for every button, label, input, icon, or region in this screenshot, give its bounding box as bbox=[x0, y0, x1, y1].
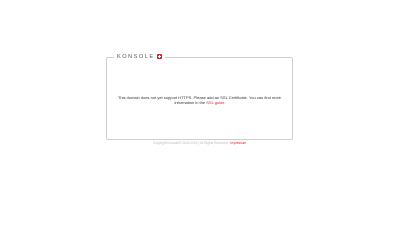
https-notice-message: This domain does not yet support HTTPS. … bbox=[117, 95, 282, 105]
swiss-cross-icon bbox=[156, 53, 162, 59]
notice-text: This domain does not yet support HTTPS. … bbox=[117, 95, 282, 105]
impressum-link[interactable]: Impressum bbox=[230, 141, 246, 145]
copyright-text: Copyright Konsole® 2004-2025 | All Right… bbox=[152, 141, 230, 145]
konsole-logo: KONSOLE bbox=[114, 52, 165, 62]
notice-panel: KONSOLE This domain does not yet support… bbox=[106, 52, 293, 140]
page: KONSOLE This domain does not yet support… bbox=[0, 0, 400, 250]
ssl-guide-link[interactable]: SSL guide bbox=[206, 100, 224, 105]
footer: Copyright Konsole® 2004-2025 | All Right… bbox=[106, 141, 293, 146]
logo-text: KONSOLE bbox=[117, 54, 155, 60]
